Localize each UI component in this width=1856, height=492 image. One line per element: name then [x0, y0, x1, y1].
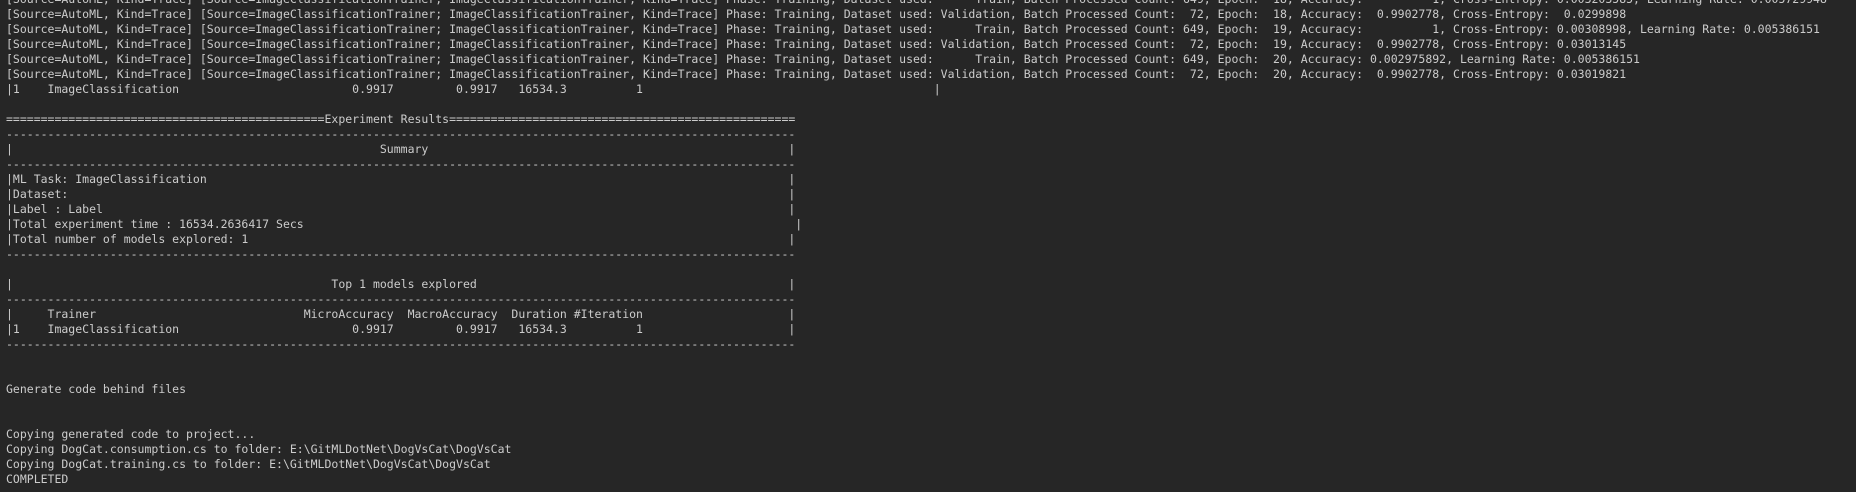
console-line: [Source=AutoML, Kind=Trace] [Source=Imag…	[6, 52, 1640, 66]
console-line: | Summary |	[6, 142, 796, 156]
console-line: |Label : Label |	[6, 202, 796, 216]
console-line: [Source=AutoML, Kind=Trace] [Source=Imag…	[6, 7, 1627, 21]
console-line: |Total number of models explored: 1 |	[6, 232, 796, 246]
console-line: | Trainer MicroAccuracy MacroAccuracy Du…	[6, 307, 796, 321]
console-line: ----------------------------------------…	[6, 127, 796, 141]
console-line: [Source=AutoML, Kind=Trace] [Source=Imag…	[6, 0, 1827, 7]
console-line: ----------------------------------------…	[6, 337, 796, 351]
console-line: |Total experiment time : 16534.2636417 S…	[6, 217, 803, 231]
console-line: |ML Task: ImageClassification |	[6, 172, 796, 186]
console-line: ----------------------------------------…	[6, 157, 796, 171]
console-line: ----------------------------------------…	[6, 247, 796, 261]
console-line: | Top 1 models explored |	[6, 277, 796, 291]
console-line: |Dataset: |	[6, 187, 796, 201]
console-line: [Source=AutoML, Kind=Trace] [Source=Imag…	[6, 37, 1627, 51]
console-line: Generate code behind files	[6, 382, 187, 396]
console-line: COMPLETED	[6, 472, 69, 486]
console-line: |1 ImageClassification 0.9917 0.9917 165…	[6, 82, 941, 96]
console-line: [Source=AutoML, Kind=Trace] [Source=Imag…	[6, 22, 1820, 36]
console-line: Copying DogCat.consumption.cs to folder:…	[6, 442, 512, 456]
console-output: [Source=AutoML, Kind=Trace] [Source=Imag…	[6, 0, 1827, 487]
console-line: [Source=AutoML, Kind=Trace] [Source=Imag…	[6, 67, 1627, 81]
console-window[interactable]: [Source=AutoML, Kind=Trace] [Source=Imag…	[0, 0, 1856, 492]
console-line: ----------------------------------------…	[6, 292, 796, 306]
console-line: ========================================…	[6, 112, 796, 126]
console-line: Copying generated code to project...	[6, 427, 256, 441]
console-line: |1 ImageClassification 0.9917 0.9917 165…	[6, 322, 796, 336]
console-line: Copying DogCat.training.cs to folder: E:…	[6, 457, 491, 471]
